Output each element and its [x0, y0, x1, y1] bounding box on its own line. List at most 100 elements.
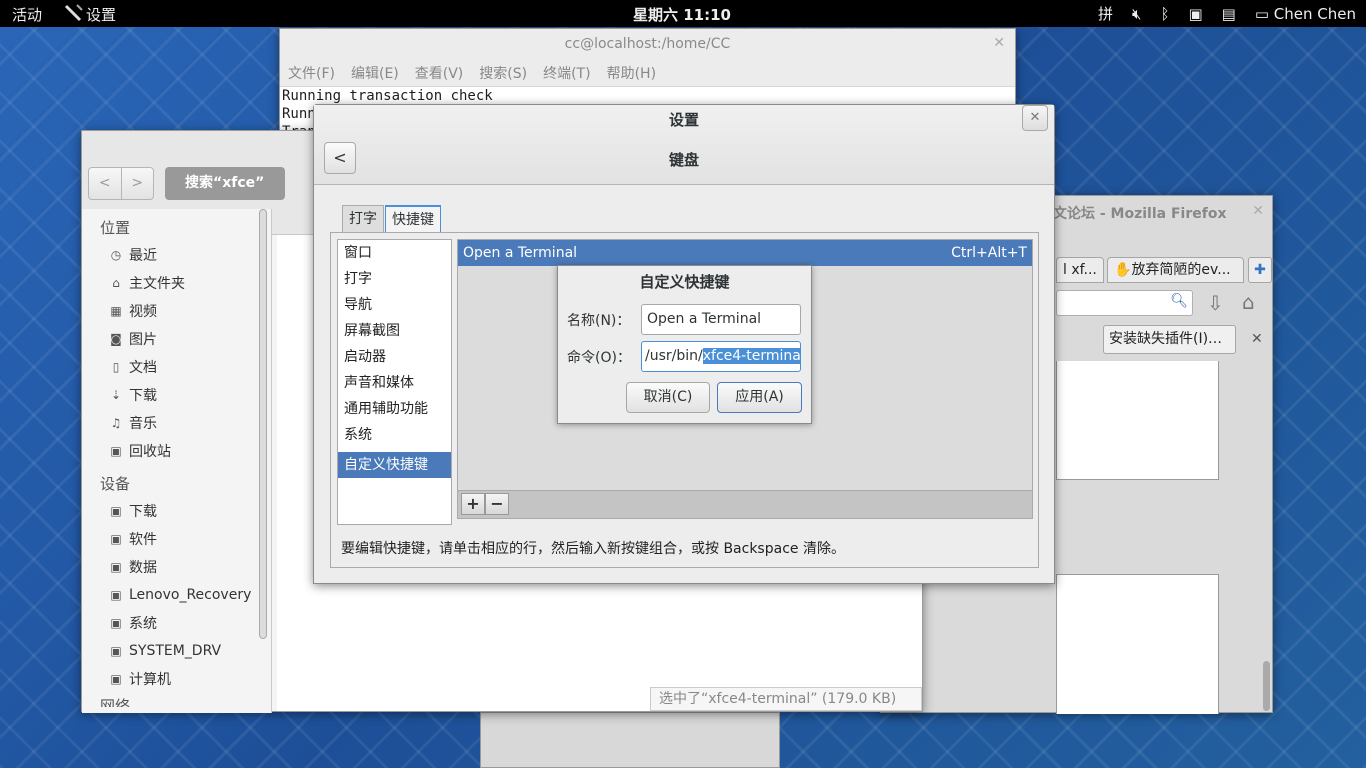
window-title: 设置 [668, 111, 699, 129]
firefox-title: 文论坛 - Mozilla Firefox [1053, 206, 1227, 222]
search-location[interactable]: 搜索“xfce” [165, 167, 285, 200]
camera-icon: ◙ [110, 332, 122, 346]
sidebar-item-device[interactable]: ▣ SYSTEM_DRV [82, 637, 271, 665]
category-item[interactable]: 屏幕截图 [338, 318, 451, 344]
url-bar[interactable]: 🔍︎ [1056, 290, 1193, 316]
sidebar-item-device[interactable]: ▣ 下载 [82, 497, 271, 525]
top-bar: 活动 设置 星期六 11:10 拼 🔇︎ ᛒ ▣ ▤ ▭ Chen Chen [0, 0, 1366, 27]
tab-shortcuts[interactable]: 快捷键 [385, 205, 441, 233]
page-content [1056, 574, 1219, 714]
scrollbar-thumb[interactable] [1263, 661, 1270, 711]
settings-header: 设置 键盘 < ✕ [314, 105, 1054, 185]
sidebar-item[interactable]: ▦ 视频 [82, 297, 271, 325]
user-menu[interactable]: ▭ Chen Chen [1255, 5, 1356, 23]
tab-typing[interactable]: 打字 [342, 205, 384, 233]
shortcut-accel: Ctrl+Alt+T [951, 245, 1027, 261]
category-item[interactable]: 通用辅助功能 [338, 396, 451, 422]
input-method-indicator[interactable]: 拼 [1098, 3, 1113, 24]
sidebar-item[interactable]: ▯ 文档 [82, 353, 271, 381]
name-field[interactable]: Open a Terminal [641, 304, 801, 335]
new-tab-button[interactable]: ✚ [1248, 257, 1272, 283]
battery-icon[interactable]: ▤ [1222, 5, 1236, 23]
sidebar-item-device[interactable]: ▣ 数据 [82, 553, 271, 581]
menu-edit[interactable]: 编辑(E) [351, 63, 399, 83]
category-item[interactable]: 声音和媒体 [338, 370, 451, 396]
shortcut-name: Open a Terminal [463, 245, 578, 261]
back-icon[interactable]: < [89, 168, 122, 199]
cancel-button[interactable]: 取消(C) [626, 382, 710, 413]
category-item[interactable]: 打字 [338, 266, 451, 292]
sidebar-item-device[interactable]: ▣ 系统 [82, 609, 271, 637]
back-button[interactable]: < [324, 142, 356, 174]
install-plugin-button[interactable]: 安装缺失插件(I)… [1103, 325, 1236, 354]
sidebar-item[interactable]: ◷ 最近 [82, 241, 271, 269]
sidebar-item-device[interactable]: ▣ 软件 [82, 525, 271, 553]
app-menu[interactable]: 设置 [86, 4, 116, 25]
close-icon[interactable]: ✕ [993, 35, 1005, 51]
menu-search[interactable]: 搜索(S) [479, 63, 527, 83]
help-text: 要编辑快捷键，请单击相应的行，然后输入新按键组合，或按 Backspace 清除… [341, 541, 845, 557]
clock[interactable]: 星期六 11:10 [633, 4, 731, 25]
browser-tab-label: 放弃简陋的ev... [1131, 262, 1231, 278]
home-icon[interactable]: ⌂ [1242, 290, 1255, 314]
close-icon[interactable]: ✕ [1252, 203, 1264, 219]
category-item[interactable]: 启动器 [338, 344, 451, 370]
apply-button[interactable]: 应用(A) [717, 382, 802, 413]
menu-view[interactable]: 查看(V) [415, 63, 464, 83]
sidebar-item-label: 视频 [129, 304, 157, 320]
menu-file[interactable]: 文件(F) [288, 63, 335, 83]
menu-terminal[interactable]: 终端(T) [543, 63, 590, 83]
drive-icon: ▣ [110, 588, 122, 602]
sidebar-item-label: 软件 [129, 532, 157, 548]
shortcut-row[interactable]: Open a Terminal Ctrl+Alt+T [458, 240, 1032, 266]
tab-strip: 打字 快捷键 [342, 205, 442, 233]
add-button[interactable]: + [461, 493, 485, 515]
custom-shortcut-dialog: 自定义快捷键 名称(N)： Open a Terminal 命令(O)： /us… [557, 265, 812, 424]
browser-tab[interactable]: l xf... [1056, 257, 1104, 283]
network-icon[interactable]: ▣ [1188, 5, 1202, 23]
drive-icon: ▣ [110, 504, 122, 518]
category-item[interactable]: 系统 [338, 422, 451, 448]
category-item[interactable]: 窗口 [338, 240, 451, 266]
sidebar-item-device[interactable]: ▣ 计算机 [82, 665, 271, 693]
terminal-menubar: 文件(F) 编辑(E) 查看(V) 搜索(S) 终端(T) 帮助(H) [280, 59, 1015, 87]
video-icon: ▦ [110, 304, 122, 318]
name-label: 名称(N)： [567, 313, 631, 329]
forward-icon[interactable]: > [122, 168, 154, 199]
volume-icon[interactable]: 🔇︎ [1132, 5, 1141, 23]
close-button[interactable]: ✕ [1022, 105, 1048, 131]
bluetooth-icon[interactable]: ᛒ [1160, 5, 1169, 23]
search-icon[interactable]: 🔍︎ [1170, 293, 1188, 309]
places-header: 位置 [100, 219, 131, 237]
settings-app-icon [64, 4, 83, 22]
sidebar-item[interactable]: ♫ 音乐 [82, 409, 271, 437]
download-icon: ⇣ [110, 388, 122, 402]
category-item[interactable]: 导航 [338, 292, 451, 318]
nav-buttons: < > [88, 167, 154, 200]
sidebar-item[interactable]: ▣ 回收站 [82, 437, 271, 465]
tab-favicon-icon: ✋ [1114, 262, 1132, 278]
activities-button[interactable]: 活动 [12, 4, 42, 25]
sidebar-item-label: 下载 [129, 504, 157, 520]
sidebar-scrollbar[interactable] [259, 209, 267, 639]
sidebar-item-device[interactable]: ▣ Lenovo_Recovery [82, 581, 271, 609]
browser-tab[interactable]: ✋放弃简陋的ev... [1107, 257, 1244, 283]
sidebar-item[interactable]: ⌂ 主文件夹 [82, 269, 271, 297]
close-icon[interactable]: ✕ [1251, 331, 1263, 347]
command-field[interactable]: /usr/bin/xfce4-terminal [641, 341, 801, 372]
download-icon[interactable]: ⇩ [1207, 291, 1224, 315]
drive-icon: ▣ [110, 616, 122, 630]
sidebar-item-label: 图片 [129, 332, 157, 348]
remove-button[interactable]: − [485, 493, 509, 515]
sidebar-item[interactable]: ⇣ 下载 [82, 381, 271, 409]
sidebar-item[interactable]: ◙ 图片 [82, 325, 271, 353]
drive-icon: ▣ [110, 644, 122, 658]
home-icon: ⌂ [112, 276, 120, 290]
network-header: 网络 [100, 697, 131, 707]
trash-icon: ▣ [110, 444, 122, 458]
terminal-line: Running transaction check [282, 88, 493, 104]
menu-help[interactable]: 帮助(H) [607, 63, 656, 83]
category-custom-shortcuts[interactable]: 自定义快捷键 [338, 452, 451, 478]
close-icon: ✕ [1029, 110, 1041, 125]
system-tray: 拼 🔇︎ ᛒ ▣ ▤ ▭ Chen Chen [1098, 3, 1356, 24]
